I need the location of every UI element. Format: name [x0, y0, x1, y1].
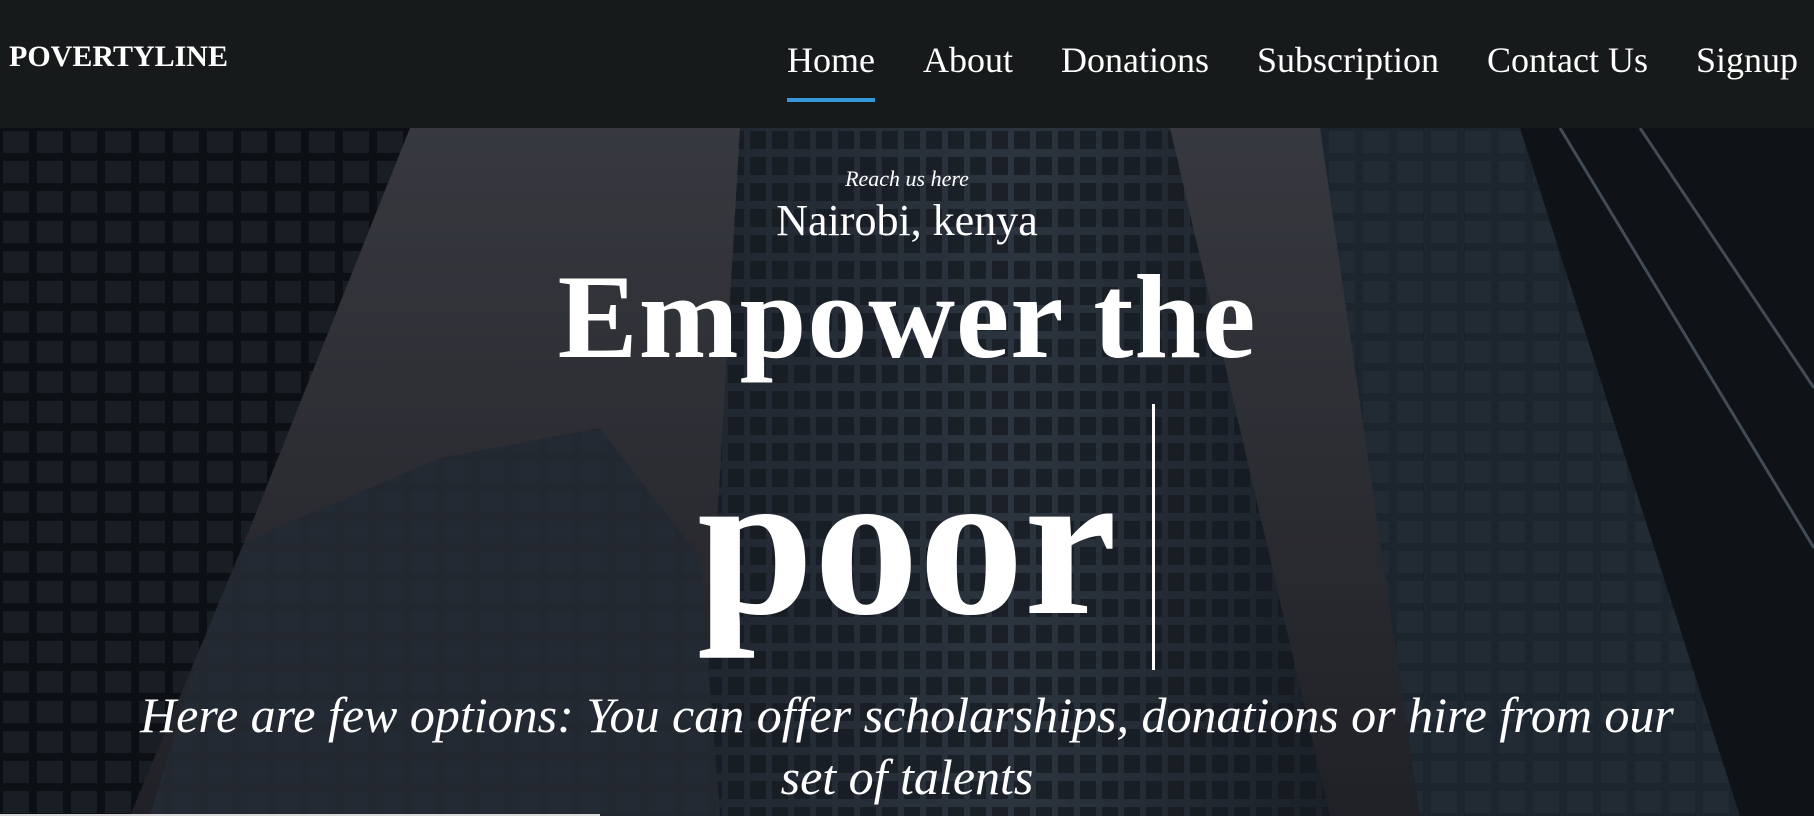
headline-line-1: Empower the	[557, 250, 1257, 383]
hero-section: Reach us here Nairobi, kenya Empower the…	[0, 128, 1814, 816]
nav-link-donations[interactable]: Donations	[1061, 38, 1209, 82]
top-navbar: POVERTYLINE Home About Donations Subscri…	[0, 0, 1814, 128]
nav-link-subscription[interactable]: Subscription	[1257, 38, 1439, 82]
main-nav: Home About Donations Subscription Contac…	[786, 38, 1798, 102]
hero-content: Reach us here Nairobi, kenya Empower the…	[0, 128, 1814, 816]
hero-tagline: Here are few options: You can offer scho…	[140, 687, 1674, 805]
brand-logo[interactable]: POVERTYLINE	[9, 40, 228, 74]
headline-typed-word: poor	[697, 427, 1117, 659]
reach-us-label: Reach us here	[845, 166, 969, 191]
typing-cursor	[1152, 404, 1155, 670]
nav-link-contact-us[interactable]: Contact Us	[1487, 38, 1648, 82]
nav-link-about[interactable]: About	[923, 38, 1013, 82]
nav-link-home[interactable]: Home	[786, 38, 875, 102]
location-text: Nairobi, kenya	[776, 196, 1038, 245]
nav-link-signup[interactable]: Signup	[1696, 38, 1798, 82]
